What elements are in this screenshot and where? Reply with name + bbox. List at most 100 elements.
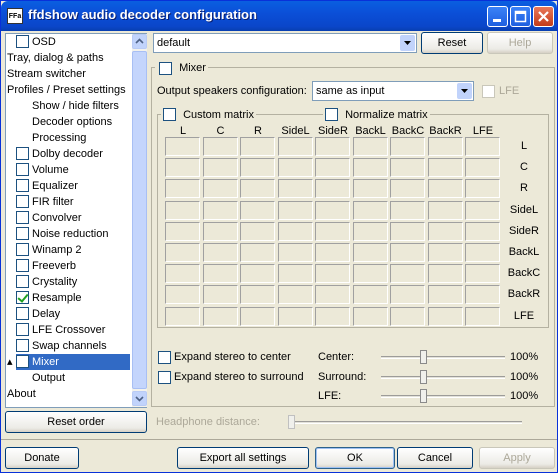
matrix-cell[interactable] <box>427 221 463 241</box>
matrix-cell[interactable] <box>390 179 425 199</box>
matrix-cell[interactable] <box>465 200 500 220</box>
scroll-up-button[interactable] <box>132 34 147 49</box>
matrix-cell[interactable] <box>465 137 500 156</box>
tree-item[interactable]: Decoder options <box>6 114 130 130</box>
matrix-cell[interactable] <box>427 243 463 262</box>
cancel-button[interactable]: Cancel <box>397 447 473 469</box>
tree-item[interactable]: Stream switcher <box>6 66 130 82</box>
scroll-thumb[interactable] <box>132 51 147 389</box>
matrix-cell[interactable] <box>202 285 238 305</box>
matrix-cell[interactable] <box>277 264 313 284</box>
matrix-cell[interactable] <box>202 200 238 220</box>
close-button[interactable] <box>533 6 554 27</box>
preset-select[interactable]: default <box>153 33 417 53</box>
matrix-cell[interactable] <box>352 137 388 156</box>
tree-item-checkbox[interactable] <box>16 179 29 192</box>
matrix-cell[interactable] <box>315 158 350 178</box>
output-config-select[interactable]: same as input <box>312 81 474 101</box>
matrix-cell[interactable] <box>465 264 500 284</box>
matrix-cell[interactable] <box>427 306 463 326</box>
tree-item-checkbox[interactable] <box>16 259 29 272</box>
matrix-cell[interactable] <box>390 137 425 156</box>
matrix-cell[interactable] <box>315 306 350 326</box>
help-button[interactable]: Help <box>487 32 553 54</box>
matrix-cell[interactable] <box>315 200 350 220</box>
matrix-cell[interactable] <box>202 243 238 262</box>
matrix-cell[interactable] <box>240 137 275 156</box>
matrix-cell[interactable] <box>352 158 388 178</box>
tree-item-checkbox[interactable] <box>16 275 29 288</box>
tree-item-checkbox[interactable] <box>16 227 29 240</box>
matrix-cell[interactable] <box>465 285 500 305</box>
tree-item[interactable]: Freeverb <box>6 258 130 274</box>
matrix-cell[interactable] <box>165 243 200 262</box>
matrix-cell[interactable] <box>315 264 350 284</box>
tree-item[interactable]: Dolby decoder <box>6 146 130 162</box>
tree-item-checkbox[interactable] <box>16 243 29 256</box>
tree-item[interactable]: Profiles / Preset settings <box>6 82 130 98</box>
matrix-cell[interactable] <box>165 221 200 241</box>
dropdown-arrow-icon[interactable] <box>400 35 415 51</box>
title-bar[interactable]: FFa ffdshow audio decoder configuration <box>1 1 557 31</box>
minimize-button[interactable] <box>487 6 508 27</box>
headphone-slider-thumb[interactable] <box>288 415 295 429</box>
matrix-cell[interactable] <box>427 137 463 156</box>
matrix-cell[interactable] <box>277 158 313 178</box>
matrix-cell[interactable] <box>427 285 463 305</box>
tree-item-checkbox[interactable] <box>16 35 29 48</box>
tree-item[interactable]: OSD <box>6 34 130 50</box>
matrix-cell[interactable] <box>277 200 313 220</box>
tree-item[interactable]: Equalizer <box>6 178 130 194</box>
matrix-cell[interactable] <box>277 243 313 262</box>
tree-item[interactable]: LFE Crossover <box>6 322 130 338</box>
matrix-cell[interactable] <box>277 179 313 199</box>
tree-item-checkbox[interactable] <box>16 147 29 160</box>
matrix-cell[interactable] <box>202 221 238 241</box>
matrix-cell[interactable] <box>315 137 350 156</box>
matrix-cell[interactable] <box>390 221 425 241</box>
matrix-cell[interactable] <box>165 306 200 326</box>
matrix-cell[interactable] <box>277 221 313 241</box>
lfe-checkbox[interactable] <box>482 85 495 98</box>
matrix-cell[interactable] <box>465 306 500 326</box>
reset-button[interactable]: Reset <box>421 32 483 54</box>
matrix-cell[interactable] <box>277 285 313 305</box>
tree-item[interactable]: Mixer ▴ <box>7 354 130 370</box>
matrix-cell[interactable] <box>427 264 463 284</box>
normalize-matrix-checkbox[interactable] <box>325 108 338 121</box>
matrix-cell[interactable] <box>427 158 463 178</box>
tree-item-checkbox[interactable] <box>16 339 29 352</box>
tree-item[interactable]: Convolver <box>6 210 130 226</box>
matrix-cell[interactable] <box>427 179 463 199</box>
matrix-cell[interactable] <box>352 179 388 199</box>
matrix-cell[interactable] <box>390 158 425 178</box>
maximize-button[interactable] <box>510 6 531 27</box>
tree-item-checkbox[interactable] <box>16 355 29 368</box>
mixer-enable[interactable]: Mixer <box>155 61 208 75</box>
normalize-matrix-option[interactable]: Normalize matrix <box>323 108 430 121</box>
mixer-checkbox[interactable] <box>159 62 172 75</box>
tree-scrollbar[interactable] <box>132 34 147 407</box>
tree-item[interactable]: Winamp 2 <box>6 242 130 258</box>
matrix-cell[interactable] <box>390 285 425 305</box>
matrix-cell[interactable] <box>390 200 425 220</box>
custom-matrix-option[interactable]: Custom matrix <box>161 108 256 121</box>
matrix-cell[interactable] <box>165 179 200 199</box>
donate-button[interactable]: Donate <box>5 447 79 469</box>
matrix-cell[interactable] <box>352 221 388 241</box>
matrix-cell[interactable] <box>240 221 275 241</box>
matrix-cell[interactable] <box>465 221 500 241</box>
matrix-cell[interactable] <box>240 306 275 326</box>
lfe-slider-track[interactable] <box>381 395 505 398</box>
tree-item-checkbox[interactable] <box>16 291 29 304</box>
matrix-cell[interactable] <box>277 306 313 326</box>
matrix-cell[interactable] <box>315 179 350 199</box>
tree-item-checkbox[interactable] <box>16 195 29 208</box>
matrix-cell[interactable] <box>240 264 275 284</box>
matrix-cell[interactable] <box>352 264 388 284</box>
matrix-cell[interactable] <box>165 264 200 284</box>
matrix-cell[interactable] <box>165 200 200 220</box>
tree-item-checkbox[interactable] <box>16 163 29 176</box>
dropdown-arrow-icon[interactable] <box>457 83 472 99</box>
tree-item-checkbox[interactable] <box>16 323 29 336</box>
